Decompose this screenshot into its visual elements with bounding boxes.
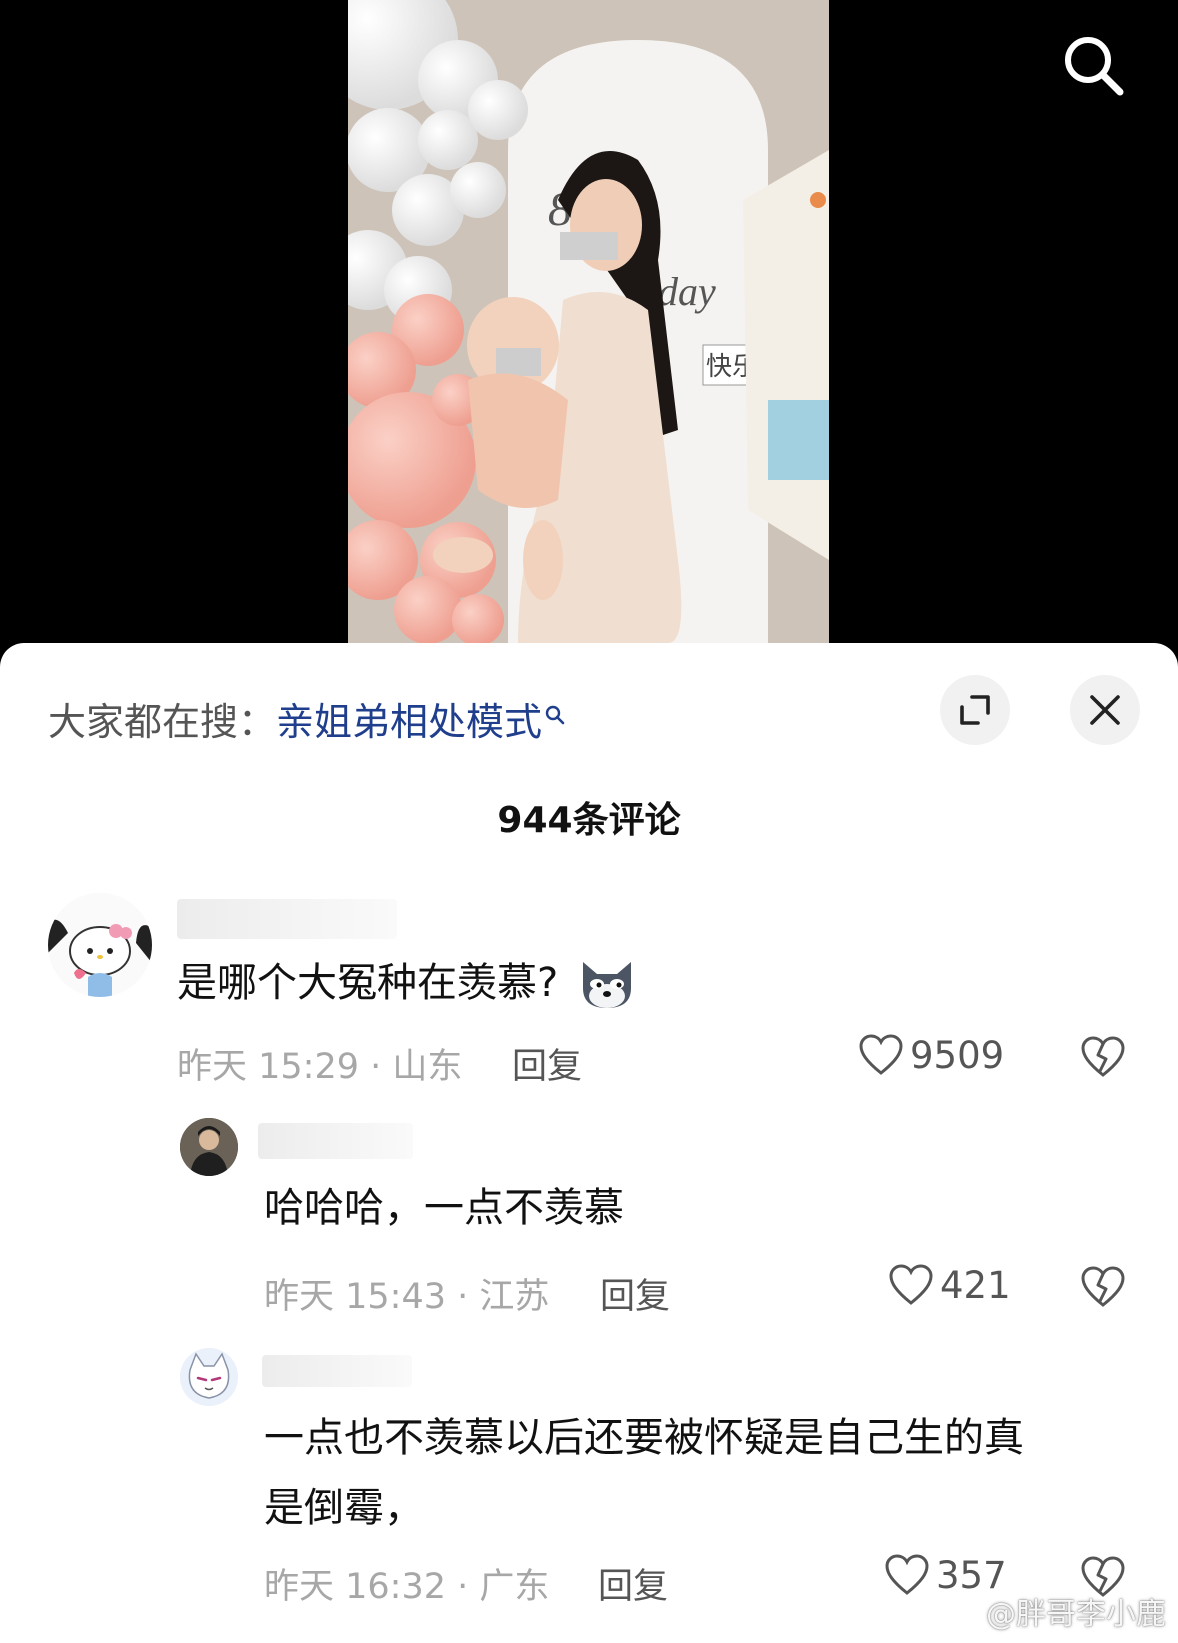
hot-search-term[interactable]: 亲姐弟相处模式 [276,700,542,744]
sign-text-day: day [658,269,716,314]
reply-button[interactable]: 回复 [600,1268,670,1319]
username-blurred[interactable] [177,899,397,939]
dislike-button[interactable] [1080,1265,1126,1313]
watermark-text: @胖哥李小鹿 [986,1597,1166,1632]
heart-icon [885,1554,929,1595]
like-button[interactable]: 9509 [858,1033,1004,1077]
dislike-button[interactable] [1080,1035,1126,1083]
comment-text: 一点也不羡慕以后还要被怀疑是自己生的真 是倒霉， [264,1403,1024,1543]
username-blurred[interactable] [262,1355,412,1387]
hot-search-bar[interactable]: 大家都在搜：亲姐弟相处模式 [48,691,566,746]
avatar[interactable] [180,1118,238,1176]
comment-text: 是哪个大冤种在羡慕? [177,948,637,1018]
video-frame[interactable]: 8th day 快乐 [348,0,829,643]
small-search-icon [544,691,566,725]
dog-emoji-icon [582,962,631,1008]
weibo-logo-icon [943,1604,975,1629]
person-avatar-icon [180,1118,238,1176]
broken-heart-icon [1081,1036,1125,1077]
comment-text-line: 一点也不羡慕以后还要被怀疑是自己生的真 [264,1415,1024,1461]
like-button[interactable]: 421 [888,1263,1011,1307]
comment-time-location: 昨天 16:32 · 广东 [264,1567,550,1607]
hot-search-prefix: 大家都在搜： [48,700,277,744]
avatar[interactable] [180,1348,238,1406]
like-count: 421 [940,1263,1011,1307]
comment-sheet: 大家都在搜：亲姐弟相处模式 944条评论 是哪个大冤种在羡慕? 昨天 15:29… [0,643,1178,1643]
close-icon [1090,695,1120,725]
comment-time-location: 昨天 15:43 · 江苏 [264,1277,550,1317]
hello-kitty-avatar-icon [48,893,152,997]
heart-icon [859,1034,903,1075]
broken-heart-icon [1081,1266,1125,1307]
avatar[interactable] [48,893,152,997]
comment-count-title: 944条评论 [497,800,681,841]
username-blurred[interactable] [258,1123,413,1159]
search-button[interactable] [1058,30,1128,100]
close-button[interactable] [1070,675,1140,745]
comment-text-line: 是倒霉， [264,1485,424,1531]
reply-button[interactable]: 回复 [598,1558,668,1609]
expand-icon [960,695,990,725]
comment-text: 哈哈哈，一点不羡慕 [264,1185,624,1231]
video-player[interactable]: 8th day 快乐 [0,0,1178,660]
comment-time-location: 昨天 15:29 · 山东 [177,1047,463,1087]
search-icon [1065,37,1124,96]
video-scene: 8th day 快乐 [348,0,829,643]
heart-icon [889,1264,933,1305]
cat-avatar-icon [180,1348,238,1406]
comment-text-content: 是哪个大冤种在羡慕? [177,960,559,1006]
like-count: 9509 [910,1033,1005,1077]
expand-button[interactable] [940,675,1010,745]
reply-button[interactable]: 回复 [512,1038,582,1089]
watermark: @胖哥李小鹿 [942,1589,1166,1633]
